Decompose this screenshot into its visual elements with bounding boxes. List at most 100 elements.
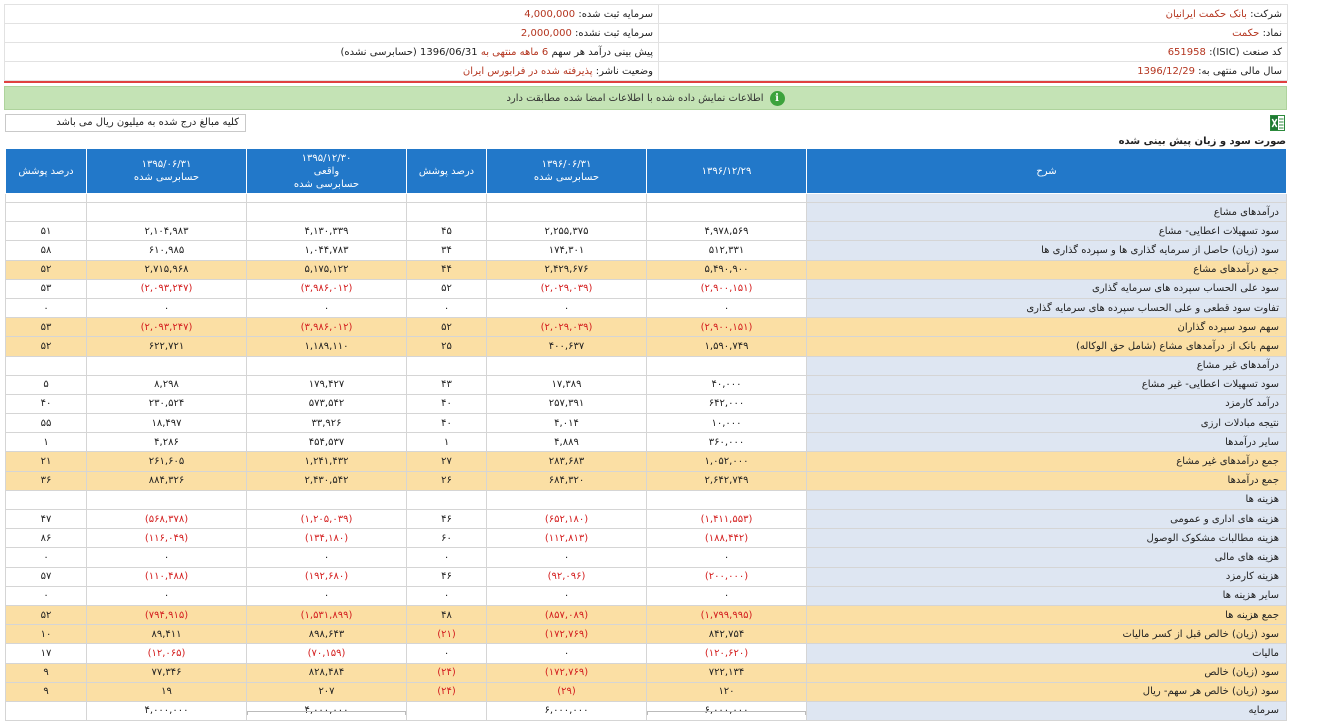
- table-cell: (۸۵۷,۰۸۹): [486, 604, 647, 626]
- table-cell: (۱,۵۳۱,۸۹۹): [246, 604, 407, 626]
- table-cell: [5, 489, 87, 511]
- footer-column-edge: [247, 711, 406, 715]
- table-cell: ۰: [406, 643, 487, 664]
- row-label: سود (زیان) حاصل از سرمایه گذاری ها و سپر…: [806, 240, 1287, 261]
- symbol-value: حکمت: [1232, 27, 1260, 39]
- table-cell: ۴۸: [406, 604, 487, 626]
- table-cell: ۴۰: [406, 413, 487, 434]
- table-cell: (۲۴): [406, 662, 487, 683]
- table-cell: ۱۷۹,۴۲۷: [246, 374, 407, 395]
- forecast-suffix: (حسابرسی نشده): [340, 46, 417, 58]
- table-cell: (۲۱): [406, 624, 487, 645]
- table-cell: ۰: [246, 585, 407, 606]
- table-cell: ۲,۶۴۲,۷۴۹: [646, 470, 807, 491]
- symbol-label: نماد:: [1262, 27, 1282, 39]
- publisher-status-value: پذیرفته شده در فرابورس ایران: [462, 65, 593, 77]
- company-info-table: شرکت: بانک حکمت ایرانیان سرمایه ثبت شده:…: [4, 4, 1288, 81]
- table-cell: (۱,۴۱۱,۵۵۳): [646, 508, 807, 530]
- column-header-line: حسابرسی شده: [293, 178, 360, 190]
- table-cell: ۶۸۴,۳۲۰: [486, 470, 647, 491]
- column-header-line: ۱۳۹۶/۰۶/۳۱: [541, 159, 592, 170]
- forecast-prefix: پیش بینی درآمد هر سهم: [551, 46, 653, 58]
- table-cell: [86, 201, 247, 223]
- table-cell: (۱۲,۰۶۵): [86, 643, 247, 664]
- table-row: نتیجه مبادلات ارزی ۱۰,۰۰۰ ۴,۰۱۴ ۴۰ ۳۳,۹۲۶ ۱۸,…: [5, 413, 1287, 434]
- row-label: سود (زیان) خالص قبل از کسر مالیات: [806, 624, 1287, 645]
- table-cell: ۴۶: [406, 508, 487, 530]
- registered-capital-cell: سرمایه ثبت شده: 4,000,000: [4, 4, 659, 24]
- profit-loss-table: شرح ۱۳۹۶/۱۲/۲۹ ۱۳۹۶/۰۶/۳۱ حسابرسی شده درصد پ…: [5, 148, 1287, 721]
- column-header: درصد پوشش: [5, 148, 87, 194]
- row-label: هزینه کارمزد: [806, 566, 1287, 587]
- table-cell: (۱,۲۰۵,۰۳۹): [246, 508, 407, 530]
- table-cell: ۴,۸۸۹: [486, 432, 647, 453]
- table-cell: ۸۸۴,۳۲۶: [86, 470, 247, 491]
- table-cell: ۳۳,۹۲۶: [246, 413, 407, 434]
- total-row: جمع درآمدهای غیر مشاع ۱,۰۵۲,۰۰۰ ۲۸۳,۶۸۳ ۲۷ ۱…: [5, 451, 1287, 472]
- column-header: ۱۳۹۶/۱۲/۲۹: [646, 148, 807, 194]
- table-cell: ۰: [486, 585, 647, 606]
- table-cell: ۹: [5, 681, 87, 702]
- table-cell: ۳۶۰,۰۰۰: [646, 432, 807, 453]
- total-row: جمع درآمدهای مشاع ۵,۴۹۰,۹۰۰ ۲,۴۲۹,۶۷۶ ۴۴ ۵,۱…: [5, 259, 1287, 280]
- table-cell: ۹: [5, 662, 87, 683]
- table-cell: ۸۹,۴۱۱: [86, 624, 247, 645]
- symbol-cell: نماد: حکمت: [658, 23, 1288, 43]
- table-cell: ۰: [646, 547, 807, 568]
- column-header: ۱۳۹۵/۱۲/۳۰ واقعی حسابرسی شده: [246, 148, 407, 194]
- table-cell: [646, 201, 807, 223]
- table-cell: ۶,۰۰۰,۰۰۰: [486, 700, 647, 721]
- table-cell: ۴,۰۱۴: [486, 413, 647, 434]
- table-cell: ۲,۴۲۹,۶۷۶: [486, 259, 647, 280]
- row-label: سود تسهیلات اعطایی- غیر مشاع: [806, 374, 1287, 395]
- row-label: سایر درآمدها: [806, 432, 1287, 453]
- column-header: درصد پوشش: [406, 148, 487, 194]
- table-cell: ۴۳: [406, 374, 487, 395]
- table-cell: (۷۰,۱۵۹): [246, 643, 407, 664]
- table-cell: ۵۸: [5, 240, 87, 261]
- table-cell: ۱,۱۸۹,۱۱۰: [246, 336, 407, 357]
- table-cell: [486, 193, 647, 203]
- company-label: شرکت:: [1250, 8, 1282, 20]
- table-cell: ۰: [646, 585, 807, 606]
- table-cell: (۲,۰۹۳,۲۴۷): [86, 278, 247, 299]
- table-cell: [86, 489, 247, 511]
- excel-icon[interactable]: [1270, 115, 1285, 131]
- table-cell: ۴,۹۷۸,۵۶۹: [646, 221, 807, 242]
- table-cell: ۰: [486, 547, 647, 568]
- fiscal-year-value: 1396/12/29: [1137, 65, 1195, 77]
- company-cell: شرکت: بانک حکمت ایرانیان: [658, 4, 1288, 24]
- table-cell: ۱۷۴,۳۰۱: [486, 240, 647, 261]
- table-cell: (۹۲,۰۹۶): [486, 566, 647, 587]
- signature-notice: i اطلاعات نمایش داده شده با اطلاعات امضا…: [4, 86, 1287, 110]
- company-value: بانک حکمت ایرانیان: [1165, 8, 1247, 20]
- table-cell: [86, 193, 247, 203]
- table-cell: ۰: [406, 547, 487, 568]
- table-row: سایر درآمدها ۳۶۰,۰۰۰ ۴,۸۸۹ ۱ ۴۵۴,۵۳۷ ۴,۲۸۶ ۱: [5, 432, 1287, 453]
- table-row: سود (زیان) حاصل از سرمایه گذاری ها و سپر…: [5, 240, 1287, 261]
- table-row: سود تسهیلات اعطایی- مشاع ۴,۹۷۸,۵۶۹ ۲,۲۵۵,۳…: [5, 221, 1287, 242]
- table-row: تفاوت سود قطعی و علی الحساب سپرده های سر…: [5, 297, 1287, 319]
- table-cell: ۳۶: [5, 470, 87, 491]
- table-cell: ۴,۲۸۶: [86, 432, 247, 453]
- table-cell: [406, 355, 487, 376]
- table-row: [5, 193, 1287, 203]
- table-cell: ۵۱۲,۳۳۱: [646, 240, 807, 261]
- table-cell: ۲۵۷,۳۹۱: [486, 393, 647, 415]
- table-cell: ۱,۵۹۰,۷۴۹: [646, 336, 807, 357]
- column-header-line: درصد پوشش: [18, 165, 74, 177]
- row-label: سهم سود سپرده گذاران: [806, 317, 1287, 338]
- table-cell: ۱۰,۰۰۰: [646, 413, 807, 434]
- row-label: تفاوت سود قطعی و علی الحساب سپرده های سر…: [806, 297, 1287, 319]
- table-cell: ۵,۴۹۰,۹۰۰: [646, 259, 807, 280]
- table-cell: ۲,۷۱۵,۹۶۸: [86, 259, 247, 280]
- row-label: درآمدهای مشاع: [806, 201, 1287, 223]
- table-cell: ۵,۱۷۵,۱۲۲: [246, 259, 407, 280]
- table-cell: [246, 355, 407, 376]
- table-cell: ۵۲: [406, 317, 487, 338]
- isic-value: 651958: [1167, 46, 1206, 58]
- table-cell: [5, 700, 87, 721]
- table-cell: ۱,۰۵۲,۰۰۰: [646, 451, 807, 472]
- table-cell: (۱۹۲,۶۸۰): [246, 566, 407, 587]
- table-cell: (۱۱۰,۴۸۸): [86, 566, 247, 587]
